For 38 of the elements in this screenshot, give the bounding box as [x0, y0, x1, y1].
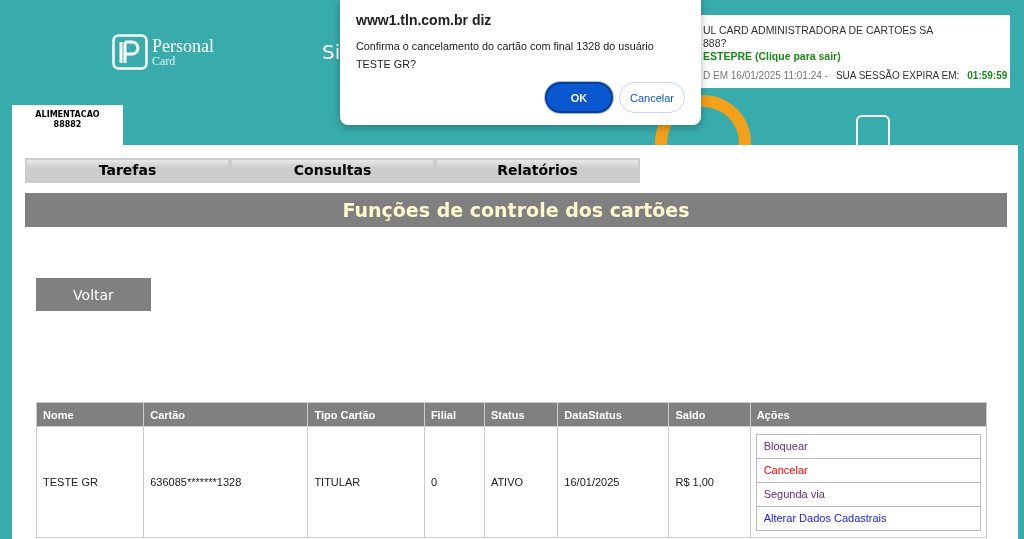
product-code: 88882	[53, 120, 82, 130]
column-header: Ações	[750, 402, 987, 427]
ok-button[interactable]: OK	[545, 82, 613, 113]
column-header: Nome	[36, 402, 144, 427]
column-header: Saldo	[668, 402, 751, 427]
login-time: D EM 16/01/2025 11:01:24 -	[703, 69, 828, 82]
company-name: UL CARD ADMINISTRADORA DE CARTOES SA	[703, 24, 935, 37]
dialog-title: www1.tln.com.br diz	[356, 12, 493, 28]
product-name: ALIMENTACAO	[35, 110, 100, 120]
table-cell: R$ 1,00	[668, 426, 751, 538]
table-cell: TITULAR	[307, 426, 425, 538]
table-cell: 16/01/2025	[557, 426, 669, 538]
logo-subtext: Card	[152, 55, 177, 67]
column-header: Status	[484, 402, 558, 427]
site-title: Si	[322, 40, 341, 64]
table-cell: 636085*******1328	[143, 426, 308, 538]
dialog-message: Confirma o cancelamento do cartão com final 1328 do usuário TESTE GR?	[356, 39, 655, 72]
session-expiry-label: SUA SESSÃO EXPIRA EM:	[835, 69, 960, 82]
product-tab[interactable]: ALIMENTACAO 88882	[12, 105, 123, 145]
cancel-button[interactable]: Cancelar	[619, 82, 685, 113]
column-header: Cartão	[143, 402, 308, 427]
column-header: Tipo Cartão	[307, 402, 425, 427]
session-expiry-time: 01:59:59	[967, 69, 1008, 82]
table-cell: ATIVO	[484, 426, 558, 538]
page-title: Funções de controle dos cartões	[25, 193, 1007, 227]
table-cell: 0	[424, 426, 485, 538]
action-link[interactable]: Cancelar	[756, 458, 980, 483]
logout-link[interactable]: ESTEPRE (Clique para sair)	[703, 50, 1010, 63]
column-header: DataStatus	[557, 402, 669, 427]
company-code: 888?	[703, 37, 728, 50]
action-link[interactable]: Segunda via	[756, 482, 980, 507]
action-link[interactable]: Bloquear	[756, 434, 980, 459]
logo-text: Personal	[152, 37, 214, 55]
logo-p-icon	[112, 34, 148, 70]
action-link[interactable]: Alterar Dados Cadastrais	[756, 506, 980, 530]
table-cell: TESTE GR	[36, 426, 144, 538]
back-button[interactable]: Voltar	[36, 278, 151, 311]
column-header: Filial	[424, 402, 485, 427]
